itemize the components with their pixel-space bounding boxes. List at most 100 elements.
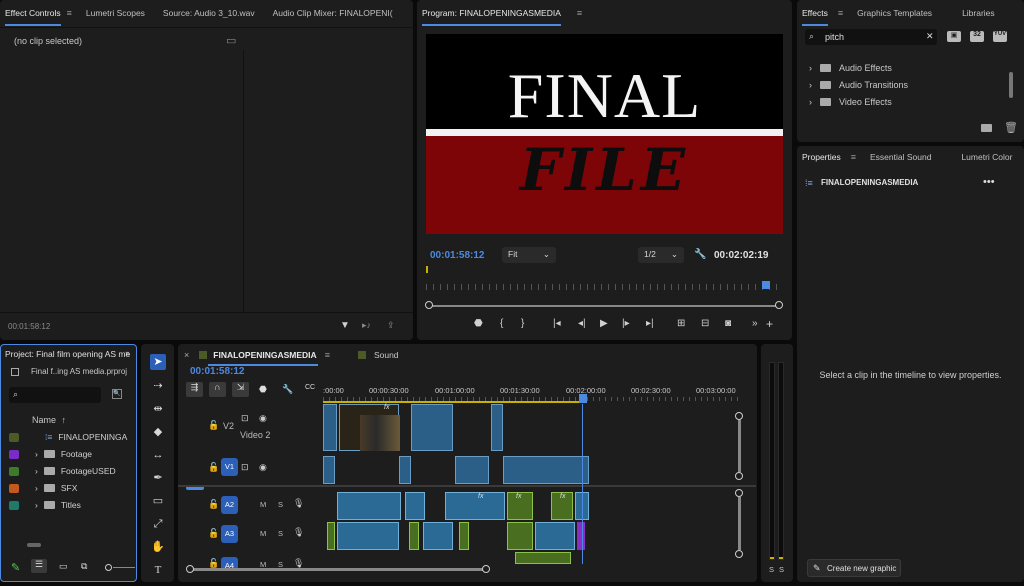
vertical-scroll-handle[interactable] xyxy=(735,489,743,497)
audio-clip[interactable]: fx xyxy=(445,492,505,520)
tree-item-audio-transitions[interactable]: › Audio Transitions xyxy=(809,76,908,93)
type-tool-icon[interactable]: T xyxy=(150,562,166,578)
vertical-scroll-handle[interactable] xyxy=(735,550,743,558)
filter-icon[interactable]: ▼ xyxy=(340,320,350,331)
tab-sequence[interactable]: FINALOPENINGASMEDIA xyxy=(213,350,316,360)
zoom-dropdown[interactable]: Fit ⌄ xyxy=(502,247,556,263)
pencil-icon[interactable]: ✎ xyxy=(11,561,20,574)
resolution-dropdown[interactable]: 1/2 ⌄ xyxy=(638,247,684,263)
tree-item-audio-effects[interactable]: › Audio Effects xyxy=(809,59,908,76)
audio-clip[interactable] xyxy=(327,522,335,550)
accelerated-effects-icon[interactable]: ▣ xyxy=(947,31,961,42)
tab-libraries[interactable]: Libraries xyxy=(962,8,995,18)
go-to-out-icon[interactable]: ▸| xyxy=(646,318,654,329)
program-playhead-icon[interactable] xyxy=(762,281,770,289)
mark-in-icon[interactable]: { xyxy=(500,318,503,329)
create-new-graphic-button[interactable]: ✎ Create new graphic xyxy=(807,559,901,577)
zoom-slider-track[interactable] xyxy=(113,567,135,568)
track-target-a4[interactable]: A4 xyxy=(221,557,238,568)
list-item[interactable]: › Titles xyxy=(9,497,81,513)
mute-button[interactable]: M xyxy=(260,560,266,568)
solo-button[interactable]: S xyxy=(278,500,283,509)
tab-effect-controls[interactable]: Effect Controls xyxy=(5,8,61,26)
program-zoom-scrollbar[interactable] xyxy=(429,305,781,307)
more-panels-icon[interactable]: » xyxy=(125,348,130,358)
effects-search-box[interactable]: ⌕ pitch ✕ xyxy=(805,29,937,45)
audio-clip[interactable] xyxy=(423,522,453,550)
video-clip[interactable] xyxy=(503,456,589,484)
video-clip[interactable] xyxy=(491,404,503,451)
captions-icon[interactable]: CC xyxy=(305,384,315,391)
mark-out-icon[interactable]: } xyxy=(521,318,524,329)
sync-lock-icon[interactable]: ⊡ xyxy=(241,462,249,473)
audio-clip[interactable] xyxy=(459,522,469,550)
slip-tool-icon[interactable]: ↔ xyxy=(150,447,166,463)
project-scrollbar[interactable] xyxy=(27,543,41,547)
horizontal-scroll-handle-left[interactable] xyxy=(186,565,194,573)
zoom-handle-right[interactable] xyxy=(775,301,783,309)
name-column-header[interactable]: Name ↑ xyxy=(32,415,66,425)
trash-icon[interactable]: 🗑 xyxy=(1004,121,1018,134)
selection-tool-icon[interactable]: ➤ xyxy=(150,354,166,370)
horizontal-scrollbar[interactable] xyxy=(191,568,487,571)
nest-icon[interactable]: ⇶ xyxy=(186,382,203,397)
tab-source[interactable]: Source: Audio 3_10.wav xyxy=(163,8,255,18)
audio-clip[interactable] xyxy=(337,492,401,520)
export-frame-icon[interactable]: ◙ xyxy=(725,318,731,329)
32bit-effects-icon[interactable]: 32 xyxy=(970,31,984,42)
mute-button[interactable]: M xyxy=(260,529,266,538)
track-select-tool-icon[interactable]: ⇢ xyxy=(150,378,166,394)
add-marker-icon[interactable]: ⬣ xyxy=(474,318,483,329)
tab-program[interactable]: Program: FINALOPENINGASMEDIA xyxy=(422,8,561,26)
track-target-v1[interactable]: V1 xyxy=(221,458,238,476)
audio-clip[interactable] xyxy=(337,522,399,550)
icon-view-icon[interactable]: ▭ xyxy=(59,561,68,572)
list-view-icon[interactable]: ☰ xyxy=(31,559,47,573)
wrench-icon[interactable]: 🔧 xyxy=(694,249,706,260)
program-video-frame[interactable]: FINAL FILE xyxy=(426,34,783,234)
lock-icon[interactable]: 🔓 xyxy=(208,420,219,431)
playhead-handle-icon[interactable] xyxy=(579,394,587,403)
lock-icon[interactable]: 🔓 xyxy=(208,462,219,473)
vertical-scroll-handle[interactable] xyxy=(735,412,743,420)
clear-search-icon[interactable]: ✕ xyxy=(926,31,934,42)
step-back-icon[interactable]: ◂| xyxy=(578,318,586,329)
audio-clip[interactable]: fx xyxy=(507,492,533,520)
mute-button[interactable]: M xyxy=(260,500,266,509)
video-clip-thumbnail[interactable]: fx xyxy=(339,404,400,451)
close-icon[interactable]: × xyxy=(184,350,189,360)
vertical-scrollbar-audio[interactable] xyxy=(738,497,741,550)
microphone-icon[interactable]: 🎙 xyxy=(293,558,304,568)
panel-menu-icon[interactable]: ≡ xyxy=(67,8,72,18)
audio-clip[interactable]: fx xyxy=(551,492,573,520)
solo-left-button[interactable]: S xyxy=(769,565,774,574)
play-audio-icon[interactable]: ▸♪ xyxy=(362,320,371,331)
sync-lock-icon[interactable]: ⊡ xyxy=(241,413,249,424)
linked-selection-icon[interactable]: ⇲ xyxy=(232,382,249,397)
tab-essential-sound[interactable]: Essential Sound xyxy=(870,152,931,162)
lock-icon[interactable]: 🔓 xyxy=(208,499,219,510)
new-bin-icon[interactable] xyxy=(981,124,992,132)
panel-menu-icon[interactable]: ≡ xyxy=(325,350,330,360)
add-marker-icon[interactable]: ⬣ xyxy=(259,384,267,395)
list-item[interactable]: › FootageUSED xyxy=(9,463,116,479)
solo-button[interactable]: S xyxy=(278,560,283,568)
microphone-icon[interactable]: 🎙 xyxy=(293,527,304,538)
chevron-right-icon[interactable]: › xyxy=(35,483,38,493)
panel-menu-icon[interactable]: ≡ xyxy=(851,152,856,162)
razor-tool-icon[interactable]: ◆ xyxy=(150,424,166,440)
go-to-in-icon[interactable]: |◂ xyxy=(553,318,561,329)
audio-clip[interactable] xyxy=(405,492,425,520)
video-clip[interactable] xyxy=(399,456,411,484)
tab-audio-clip-mixer[interactable]: Audio Clip Mixer: FINALOPENI( xyxy=(273,8,393,18)
effects-scrollbar[interactable] xyxy=(1009,72,1013,98)
panel-menu-icon[interactable]: ≡ xyxy=(577,8,582,18)
lock-icon[interactable]: 🔓 xyxy=(208,528,219,539)
audio-clip[interactable] xyxy=(577,522,585,550)
pen-tool-icon[interactable]: ✒ xyxy=(150,470,166,486)
eye-icon[interactable]: ◉ xyxy=(259,462,267,473)
list-item[interactable]: ⁞≡ FINALOPENINGA xyxy=(9,429,127,445)
wrench-icon[interactable]: 🔧 xyxy=(282,384,293,395)
find-icon[interactable]: 🔍 xyxy=(112,389,122,399)
program-time-ruler[interactable] xyxy=(426,284,782,290)
